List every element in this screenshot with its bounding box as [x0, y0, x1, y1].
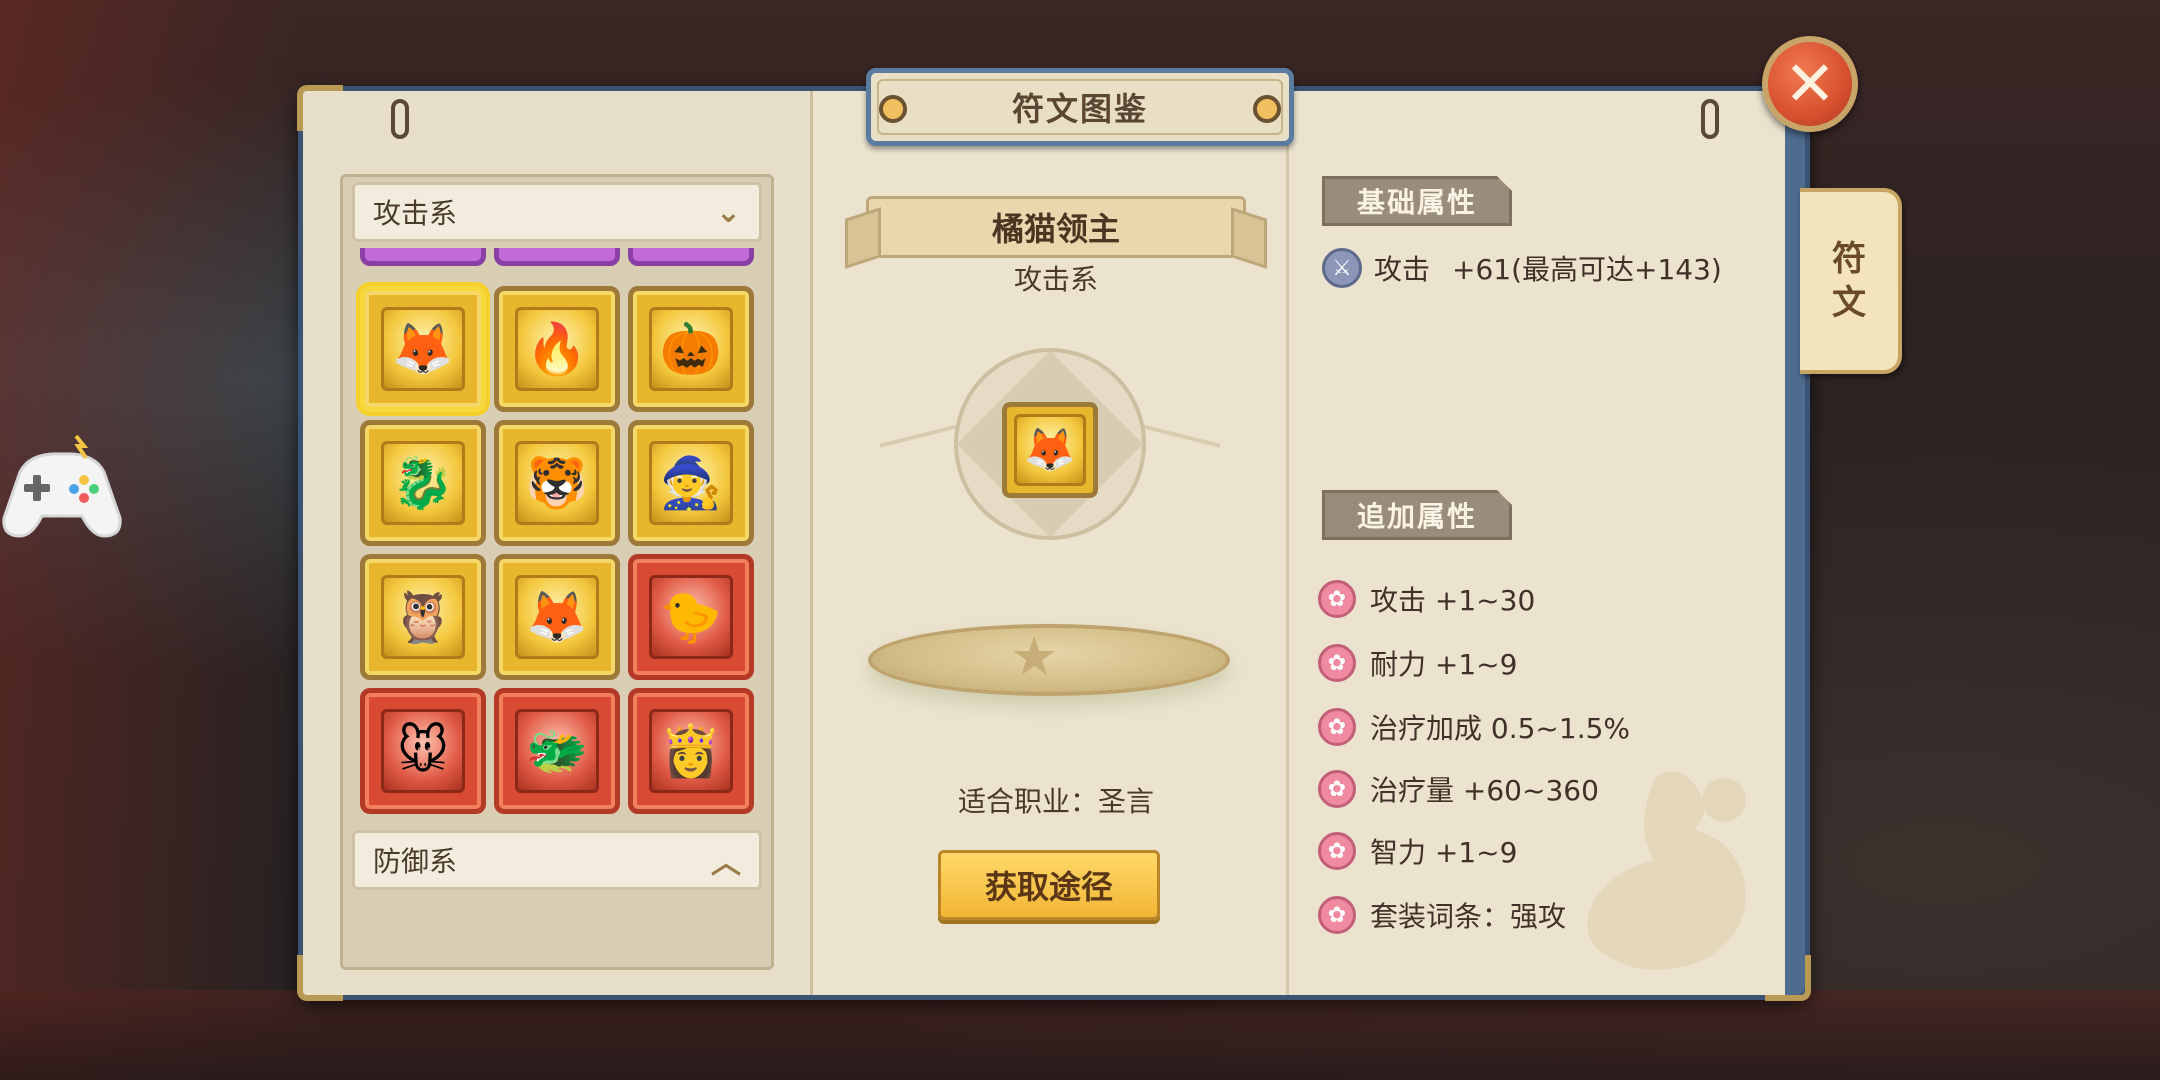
extra-attribute-row: ✿ 耐力 +1~9 [1318, 640, 1517, 686]
rune-portrait-icon: 🐭 [381, 709, 465, 793]
rune-cell-partial[interactable] [628, 248, 754, 266]
binder-ring [391, 99, 409, 139]
rune-portrait-icon: 🐤 [649, 575, 733, 659]
extra-attribute-row: ✿ 攻击 +1~30 [1318, 576, 1535, 622]
rune-name-ribbon: 橘猫领主 [866, 196, 1246, 258]
close-button[interactable]: ✕ [1762, 36, 1858, 132]
rune-cell[interactable]: 🔥 [494, 286, 620, 412]
extra-attribute-row: ✿ 治疗量 +60~360 [1318, 766, 1599, 812]
acquire-path-button[interactable]: 获取途径 [938, 850, 1160, 920]
dropdown-label: 防御系 [373, 845, 458, 878]
rune-portrait-icon: 🐯 [515, 441, 599, 525]
rune-portrait-icon: 🦊 [1014, 414, 1086, 486]
extra-attributes-header: 追加属性 [1322, 490, 1512, 540]
rune-cell[interactable]: 🦊 [494, 554, 620, 680]
title-plaque: 符文图鉴 [866, 68, 1294, 146]
tab-rune-label-1: 符 [1832, 239, 1866, 279]
extra-attributes-title: 追加属性 [1356, 500, 1477, 533]
rune-cell-partial[interactable] [360, 248, 486, 266]
corner-ornament [297, 955, 343, 1001]
extra-attr-text: 智力 +1~9 [1370, 836, 1518, 869]
pink-person-icon: ✿ [1318, 580, 1356, 618]
tab-rune-label-2: 文 [1832, 283, 1866, 323]
rune-portrait-icon: 👸 [649, 709, 733, 793]
rune-cell[interactable]: 🦉 [360, 554, 486, 680]
rune-portrait-icon: 🔥 [515, 307, 599, 391]
extra-attribute-row: ✿ 智力 +1~9 [1318, 828, 1517, 874]
rune-portrait-icon: 🐉 [381, 441, 465, 525]
rune-cell[interactable]: 🐤 [628, 554, 754, 680]
extra-attr-text: 治疗量 +60~360 [1370, 774, 1599, 807]
rune-category: 攻击系 [1013, 263, 1098, 296]
binder-ring [1701, 99, 1719, 139]
rune-cell-partial[interactable] [494, 248, 620, 266]
rune-name: 橘猫领主 [991, 210, 1120, 248]
base-attributes-header: 基础属性 [1322, 176, 1512, 226]
category-dropdown-attack[interactable]: 攻击系 ⌄ [352, 182, 762, 242]
category-dropdown-defense[interactable]: 防御系 ︿ [352, 830, 762, 890]
pink-person-icon: ✿ [1318, 832, 1356, 870]
rune-cell[interactable]: 🐯 [494, 420, 620, 546]
pink-person-icon: ✿ [1318, 644, 1356, 682]
rune-portrait-icon: 🎃 [649, 307, 733, 391]
base-attr-name: 攻击 [1374, 253, 1431, 286]
star-icon: ★ [1010, 625, 1059, 688]
base-attr-value: +61(最高可达+143) [1452, 253, 1722, 286]
rune-portrait-icon: 🦊 [515, 575, 599, 659]
extra-attr-text: 攻击 +1~30 [1370, 584, 1536, 617]
extra-attr-text: 耐力 +1~9 [1370, 648, 1518, 681]
rabbit-watermark-icon [1587, 770, 1746, 970]
rune-grid[interactable]: 🦊 🔥 🎃 🐉 🐯 🧙 🦉 🦊 🐤 🐭 🐲 👸 [352, 248, 762, 824]
extra-attr-text: 套装词条：强攻 [1370, 900, 1567, 933]
sword-icon: ⚔ [1322, 248, 1362, 288]
close-icon: ✕ [1784, 47, 1836, 120]
rune-cell[interactable]: 🧙 [628, 420, 754, 546]
background-floor [0, 990, 2160, 1080]
rune-portrait-icon: 🧙 [649, 441, 733, 525]
rune-cell[interactable]: 👸 [628, 688, 754, 814]
base-attribute-row: ⚔ 攻击 +61(最高可达+143) [1322, 246, 1722, 290]
selected-rune-preview: 🦊 [1002, 402, 1098, 498]
rune-cell[interactable]: 🐲 [494, 688, 620, 814]
gamepad-icon[interactable] [0, 432, 124, 548]
rune-portrait-icon: 🦊 [381, 307, 465, 391]
rune-portrait-icon: 🦉 [381, 575, 465, 659]
extra-attr-text: 治疗加成 0.5~1.5% [1370, 712, 1631, 745]
extra-attribute-row: ✿ 套装词条：强攻 [1318, 892, 1566, 938]
plaque-knob [879, 95, 907, 123]
tab-rune[interactable]: 符 文 [1800, 188, 1902, 374]
rune-cell[interactable]: 🐉 [360, 420, 486, 546]
acquire-path-label: 获取途径 [984, 868, 1113, 906]
base-attributes-title: 基础属性 [1356, 186, 1477, 219]
pink-person-icon: ✿ [1318, 770, 1356, 808]
chevron-up-icon: ︿ [711, 846, 741, 881]
rune-cell[interactable]: 🎃 [628, 286, 754, 412]
extra-attribute-row: ✿ 治疗加成 0.5~1.5% [1318, 704, 1630, 750]
dropdown-label: 攻击系 [373, 197, 458, 230]
rune-portrait-icon: 🐲 [515, 709, 599, 793]
plaque-knob [1253, 95, 1281, 123]
suitable-job: 适合职业：圣言 [957, 785, 1154, 818]
chevron-down-icon: ⌄ [715, 194, 741, 230]
rune-cell[interactable]: 🦊 [360, 286, 486, 412]
pink-person-icon: ✿ [1318, 708, 1356, 746]
rune-cell[interactable]: 🐭 [360, 688, 486, 814]
corner-ornament [297, 85, 343, 131]
pink-person-icon: ✿ [1318, 896, 1356, 934]
page-title: 符文图鉴 [1011, 90, 1148, 128]
